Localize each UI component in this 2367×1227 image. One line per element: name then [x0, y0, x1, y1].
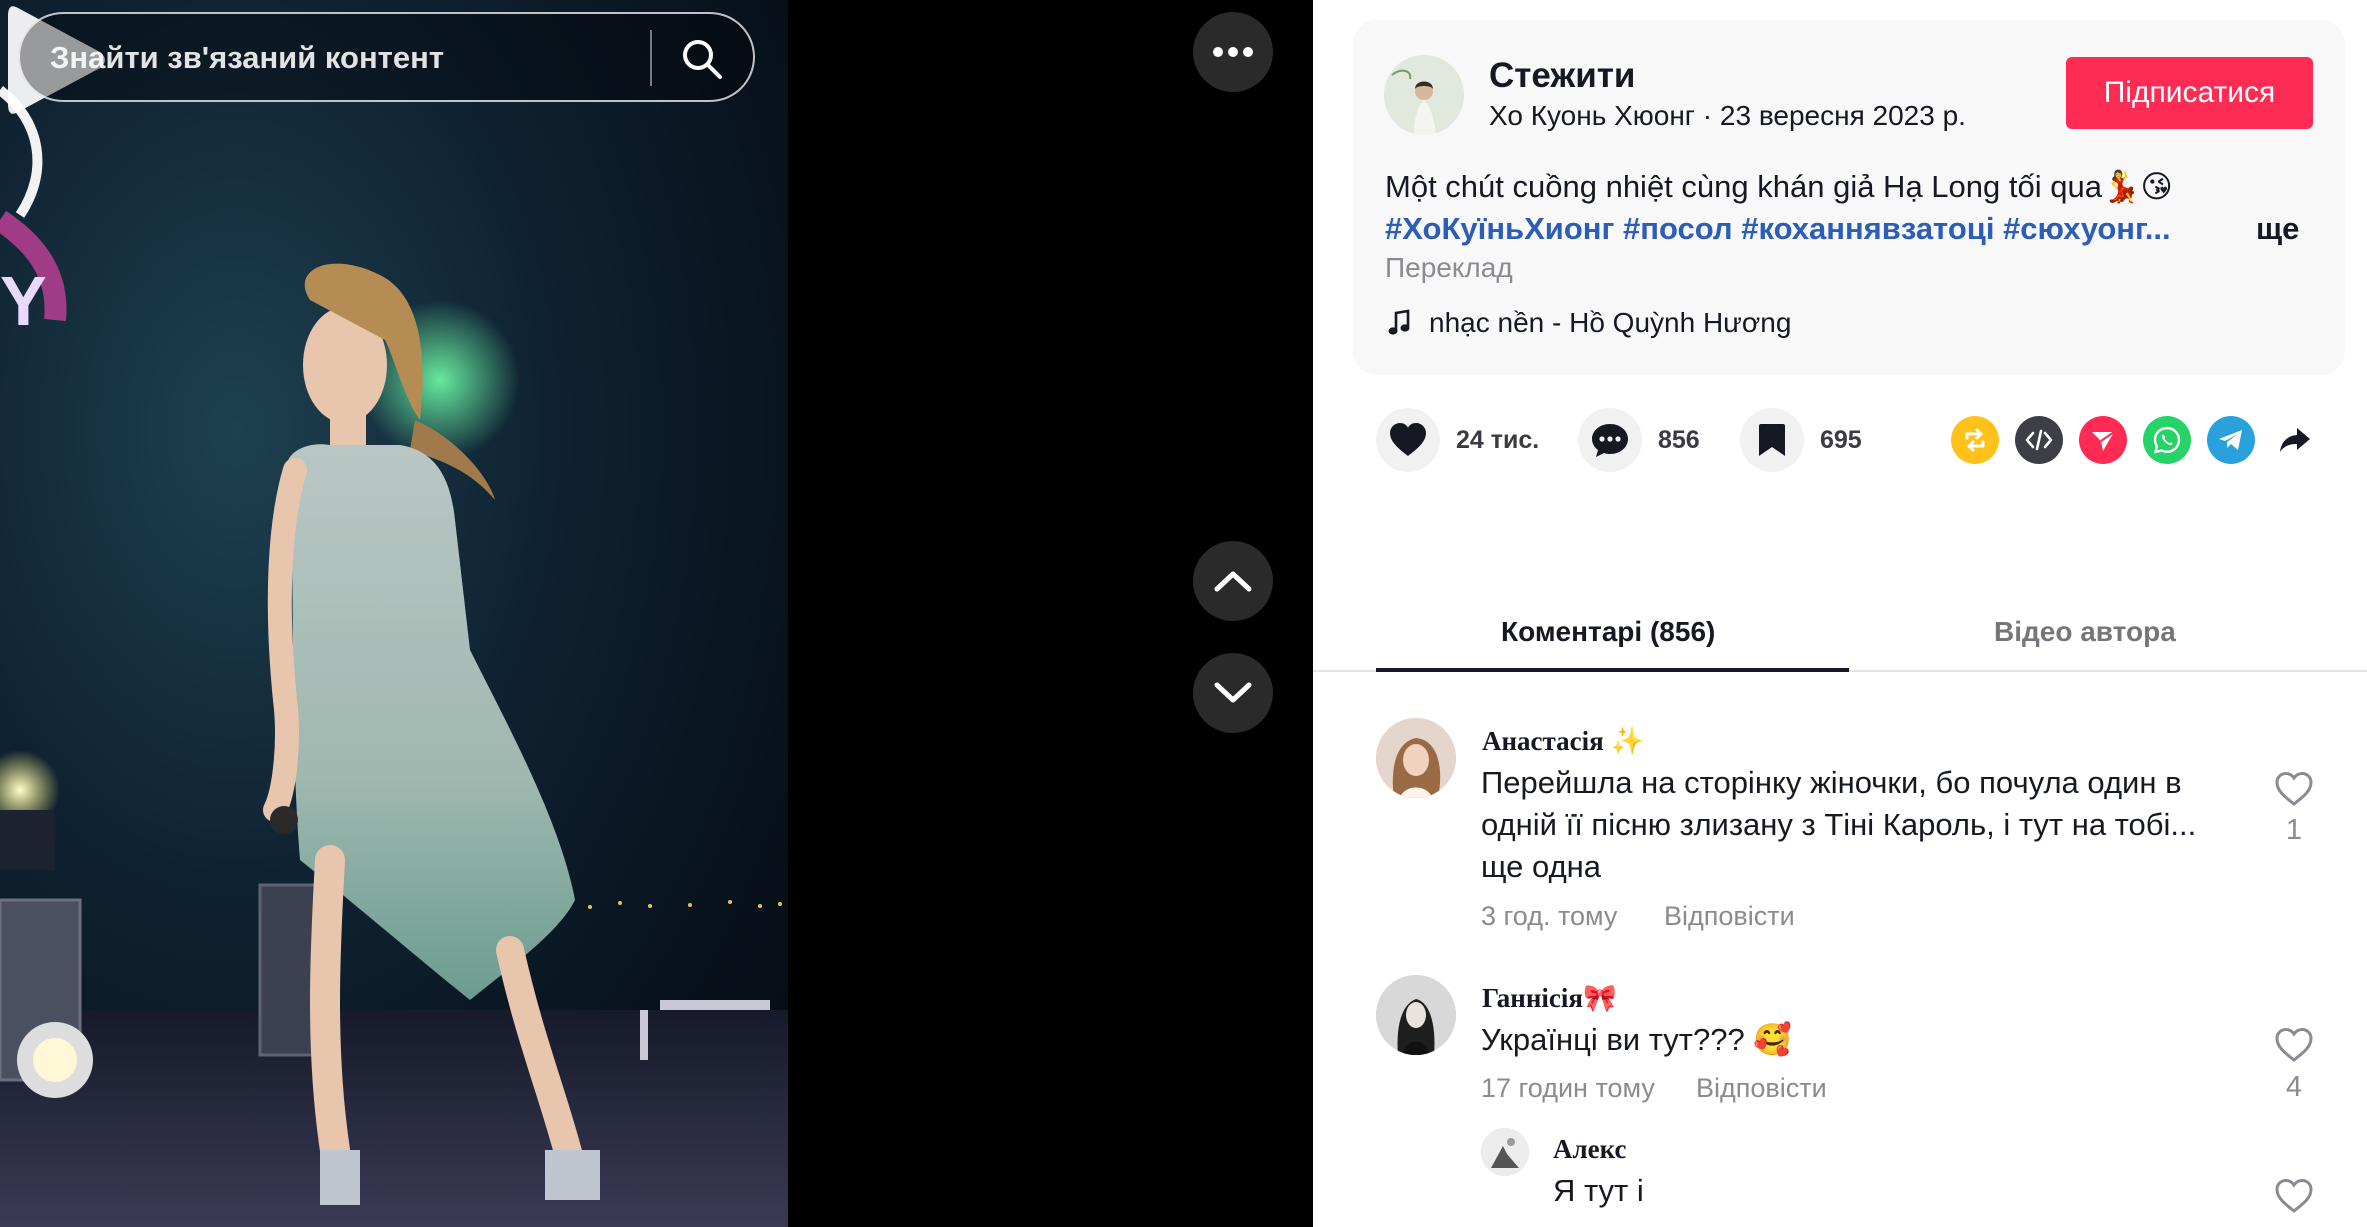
- telegram-share-button[interactable]: [2207, 416, 2255, 464]
- comment-avatar[interactable]: [1376, 718, 1456, 798]
- comment-count: 856: [1658, 425, 1700, 454]
- music-row[interactable]: nhạc nền - Hồ Quỳnh Hương: [1387, 305, 1791, 341]
- reply-button[interactable]: Відповісти: [1696, 1073, 1827, 1104]
- share-arrow-icon: [2280, 428, 2310, 452]
- comment-author[interactable]: Ганнісія🎀: [1482, 982, 1617, 1014]
- post-info-card: Стежити Хо Куонь Хюонг · 23 вересня 2023…: [1353, 20, 2345, 375]
- tab-author-videos[interactable]: Відео автора: [1994, 616, 2176, 648]
- previous-video-button[interactable]: [1193, 541, 1273, 621]
- tab-bar: Коментарі (856) Відео автора: [1313, 590, 2367, 672]
- follow-button[interactable]: Підписатися: [2066, 57, 2313, 129]
- comment-avatar[interactable]: [1376, 975, 1456, 1055]
- video-pane: Y Знайти зв'язаний контент: [0, 0, 1313, 1227]
- search-icon[interactable]: [680, 37, 724, 81]
- next-video-button[interactable]: [1193, 653, 1273, 733]
- send-icon: [2092, 431, 2115, 451]
- comment-like-count: 4: [2285, 1071, 2303, 1103]
- bookmark-icon: [1759, 424, 1785, 456]
- embed-icon: [2025, 429, 2053, 451]
- share-more-button[interactable]: [2271, 416, 2319, 464]
- author-avatar[interactable]: [1384, 55, 1464, 135]
- post-caption: Một chút cuồng nhiệt cùng khán giả Hạ Lo…: [1385, 169, 2173, 204]
- save-button[interactable]: [1740, 408, 1804, 472]
- heart-icon: [1390, 423, 1426, 456]
- meta-separator: ·: [1702, 100, 1720, 131]
- comment-stat[interactable]: 856: [1578, 408, 1700, 472]
- reply-avatar-image: [1481, 1128, 1529, 1176]
- comment-bubble-icon: [1592, 424, 1628, 457]
- reply-avatar[interactable]: [1481, 1128, 1529, 1176]
- save-stat[interactable]: 695: [1740, 408, 1862, 472]
- comment-like-icon[interactable]: [2274, 1178, 2314, 1214]
- like-count: 24 тис.: [1456, 425, 1540, 454]
- svg-text:Y: Y: [0, 262, 47, 340]
- like-stat[interactable]: 24 тис.: [1376, 408, 1539, 472]
- comment-author[interactable]: Анастасія ✨: [1482, 725, 1644, 757]
- video-frame-image: Y: [0, 86, 788, 1227]
- comment-time: 3 год. тому: [1481, 901, 1618, 931]
- tiktok-video-page: Y Знайти зв'язаний контент Стежити Хо Ку…: [0, 0, 2367, 1227]
- music-note-icon: [1388, 309, 1410, 335]
- author-avatar-image: [1384, 55, 1464, 135]
- caption-more-link[interactable]: ще: [2256, 211, 2299, 247]
- comment-time: 17 годин тому: [1481, 1073, 1655, 1103]
- more-dots-icon: [1213, 47, 1253, 57]
- post-date: 23 вересня 2023 р.: [1719, 100, 1966, 131]
- chevron-down-icon: [1214, 682, 1252, 703]
- reply-button[interactable]: Відповісти: [1664, 901, 1795, 932]
- more-options-button[interactable]: [1193, 12, 1273, 92]
- comment-text: Перейшла на сторінку жіночки, бо почула …: [1481, 765, 2197, 884]
- comment-text: Українці ви тут??? 🥰: [1481, 1022, 1792, 1057]
- related-search-placeholder: Знайти зв'язаний контент: [50, 40, 445, 75]
- tab-comments[interactable]: Коментарі (856): [1501, 616, 1715, 648]
- related-search-box[interactable]: Знайти зв'язаний контент: [18, 12, 755, 102]
- send-to-friends-button[interactable]: [2079, 416, 2127, 464]
- embed-button[interactable]: [2015, 416, 2063, 464]
- translate-link[interactable]: Переклад: [1385, 252, 1513, 284]
- search-divider: [650, 30, 652, 86]
- active-tab-indicator: [1376, 668, 1849, 672]
- music-title: nhạc nền - Hồ Quỳnh Hương: [1429, 307, 1792, 338]
- video-player[interactable]: Y: [0, 0, 788, 1227]
- like-button[interactable]: [1376, 408, 1440, 472]
- author-meta: Хо Куонь Хюонг · 23 вересня 2023 р.: [1489, 100, 1966, 132]
- chevron-up-icon: [1214, 571, 1252, 592]
- telegram-icon: [2219, 430, 2242, 450]
- whatsapp-icon: [2153, 426, 2181, 454]
- comment-like-icon[interactable]: [2274, 1027, 2314, 1063]
- repost-icon: [1965, 428, 1985, 452]
- author-handle[interactable]: Хо Куонь Хюонг: [1489, 100, 1695, 131]
- reply-author[interactable]: Алекс: [1553, 1134, 1627, 1165]
- commenter-avatar-image: [1376, 718, 1456, 798]
- repost-button[interactable]: [1951, 416, 1999, 464]
- post-hashtags[interactable]: #ХоКуїньХионг #посол #коханнявзатоці #сю…: [1385, 211, 2171, 247]
- reply-text: Я тут і: [1553, 1173, 1644, 1208]
- comment-like-icon[interactable]: [2274, 771, 2314, 807]
- commenter-avatar-image: [1376, 975, 1456, 1055]
- save-count: 695: [1820, 425, 1862, 454]
- comment-button[interactable]: [1578, 408, 1642, 472]
- comment-like-count: 1: [2285, 814, 2303, 846]
- whatsapp-share-button[interactable]: [2143, 416, 2191, 464]
- author-name[interactable]: Стежити: [1489, 56, 1635, 96]
